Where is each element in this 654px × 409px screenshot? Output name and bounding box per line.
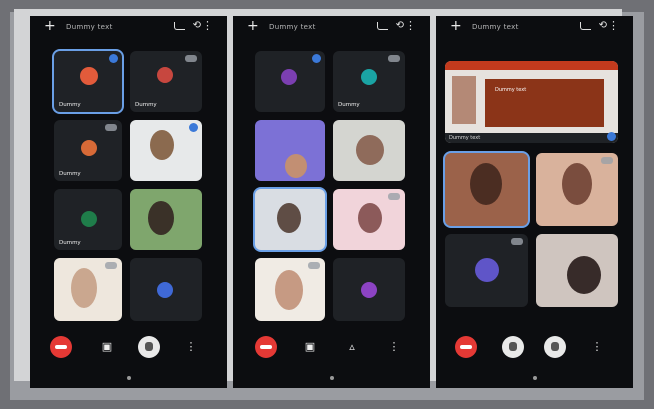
participant-video-tile[interactable]	[130, 120, 202, 181]
participant-video-tile[interactable]	[536, 234, 618, 307]
mic-button[interactable]	[138, 336, 160, 358]
end-call-button[interactable]	[50, 336, 72, 358]
pin-icon	[388, 55, 400, 62]
avatar	[148, 201, 174, 235]
phone-screen-2: + Dummy text ⟲ ⋮ Dummy ▣ ▵ ⋮	[233, 16, 430, 388]
phone-screen-1: + Dummy text ⟲ ⋮ Dummy Dummy Dummy Dummy	[30, 16, 227, 388]
avatar	[356, 135, 384, 165]
pin-icon	[105, 262, 117, 269]
participant-tile[interactable]: Dummy	[130, 51, 202, 112]
more-icon[interactable]: ⋮	[608, 19, 619, 32]
pin-icon	[601, 157, 613, 164]
slide-banner: Dummy text	[495, 87, 527, 93]
participant-video-tile[interactable]	[130, 189, 202, 250]
cast-icon[interactable]	[377, 22, 388, 30]
meeting-topbar: + Dummy text ⟲ ⋮	[233, 16, 430, 38]
avatar	[470, 163, 502, 205]
participant-tile[interactable]: Dummy	[54, 189, 122, 250]
slide-preview: Dummy text	[485, 79, 604, 127]
cast-icon[interactable]	[174, 22, 185, 30]
avatar	[567, 256, 601, 294]
participant-video-tile[interactable]	[536, 153, 618, 226]
avatar	[562, 163, 592, 205]
meeting-topbar: + Dummy text ⟲ ⋮	[30, 16, 227, 38]
pin-icon	[109, 54, 118, 63]
participant-tile[interactable]	[445, 234, 528, 307]
presentation-header	[445, 61, 618, 70]
pin-icon	[308, 262, 320, 269]
avatar	[361, 69, 377, 85]
participant-tile[interactable]	[333, 258, 405, 321]
participant-video-tile[interactable]	[54, 258, 122, 321]
avatar	[285, 154, 307, 178]
participant-name: Dummy	[59, 240, 81, 246]
participant-video-tile[interactable]	[255, 189, 325, 250]
avatar	[81, 140, 97, 156]
pin-icon	[189, 123, 198, 132]
mic-button[interactable]	[544, 336, 566, 358]
more-button[interactable]: ⋮	[586, 336, 608, 358]
meeting-title: Dummy text	[66, 23, 113, 31]
meeting-topbar: + Dummy text ⟲ ⋮	[436, 16, 633, 38]
avatar	[157, 282, 173, 298]
home-indicator	[329, 376, 334, 380]
presentation-tile[interactable]: Dummy text Dummy text	[445, 61, 618, 143]
avatar	[281, 69, 297, 85]
avatar	[150, 130, 174, 160]
avatar	[80, 67, 98, 85]
phone-screen-3: + Dummy text ⟲ ⋮ Dummy text Dummy text ⋮	[436, 16, 633, 388]
more-button[interactable]: ⋮	[383, 336, 405, 358]
end-call-button[interactable]	[455, 336, 477, 358]
pin-icon	[388, 193, 400, 200]
participant-tile[interactable]	[130, 258, 202, 321]
participant-video-tile[interactable]	[255, 258, 325, 321]
pin-icon	[511, 238, 523, 245]
participant-video-tile[interactable]	[333, 120, 405, 181]
pin-icon	[185, 55, 197, 62]
participant-tile[interactable]: Dummy	[54, 120, 122, 181]
participant-tile[interactable]: Dummy	[54, 51, 122, 112]
mic-button[interactable]: ▵	[341, 336, 363, 358]
pin-icon	[312, 54, 321, 63]
fullscreen-icon[interactable]	[607, 132, 616, 141]
back-icon[interactable]: +	[450, 19, 462, 33]
meeting-title: Dummy text	[269, 23, 316, 31]
pin-icon	[105, 124, 117, 131]
participant-name: Dummy	[135, 102, 157, 108]
slide-thumbnails	[452, 76, 476, 124]
participant-tile[interactable]: Dummy	[333, 51, 405, 112]
avatar	[81, 211, 97, 227]
flip-camera-icon[interactable]: ⟲	[396, 20, 404, 31]
participant-name: Dummy	[59, 171, 81, 177]
back-icon[interactable]: +	[44, 19, 56, 33]
avatar	[361, 282, 377, 298]
participant-name: Dummy	[59, 102, 81, 108]
avatar	[71, 268, 97, 308]
back-icon[interactable]: +	[247, 19, 259, 33]
more-button[interactable]: ⋮	[180, 336, 202, 358]
camera-button[interactable]	[502, 336, 524, 358]
avatar	[475, 258, 499, 282]
participant-tile[interactable]	[255, 51, 325, 112]
avatar	[358, 203, 382, 233]
avatar	[275, 270, 303, 310]
avatar	[277, 203, 301, 233]
end-call-button[interactable]	[255, 336, 277, 358]
participant-name: Dummy	[338, 102, 360, 108]
avatar	[157, 67, 173, 83]
meeting-title: Dummy text	[472, 23, 519, 31]
participant-video-tile[interactable]	[255, 120, 325, 181]
flip-camera-icon[interactable]: ⟲	[599, 20, 607, 31]
flip-camera-icon[interactable]: ⟲	[193, 20, 201, 31]
participant-video-tile[interactable]	[445, 153, 528, 226]
home-indicator	[126, 376, 131, 380]
more-icon[interactable]: ⋮	[405, 19, 416, 32]
more-icon[interactable]: ⋮	[202, 19, 213, 32]
home-indicator	[532, 376, 537, 380]
cast-icon[interactable]	[580, 22, 591, 30]
participant-video-tile[interactable]	[333, 189, 405, 250]
slide-caption: Dummy text	[445, 133, 618, 143]
camera-button[interactable]: ▣	[96, 336, 118, 358]
camera-button[interactable]: ▣	[299, 336, 321, 358]
